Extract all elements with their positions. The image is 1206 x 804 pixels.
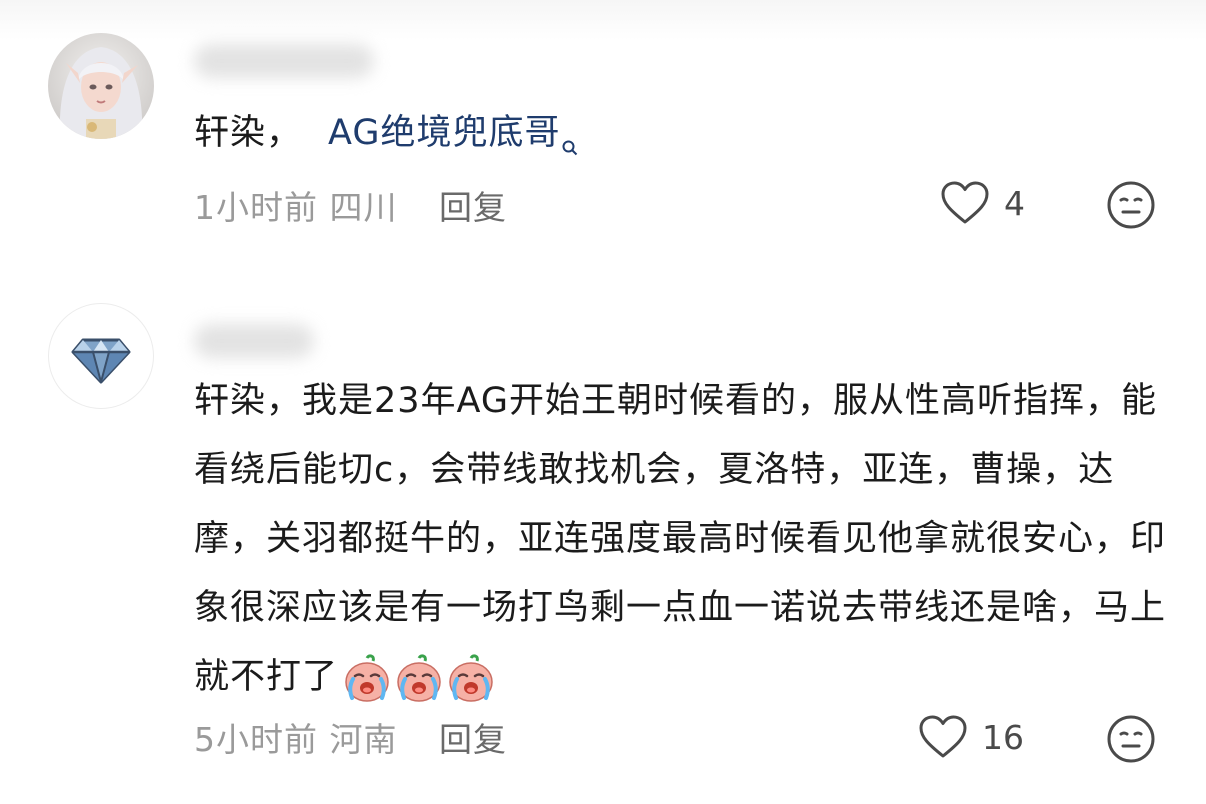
user-avatar[interactable]: [48, 33, 154, 139]
like-button[interactable]: 4: [940, 180, 1025, 226]
mention-link[interactable]: AG绝境兜底哥: [328, 113, 560, 153]
heart-outline-icon: [941, 181, 989, 224]
neutral-face-icon[interactable]: [1106, 714, 1156, 764]
reply-button[interactable]: 回复: [439, 188, 507, 227]
emoji-group: [342, 644, 498, 713]
username-blurred[interactable]: [194, 324, 314, 358]
username-blurred[interactable]: [194, 44, 374, 78]
like-count: 4: [1004, 183, 1025, 223]
comment-body: 轩染，我是23年AG开始王朝时候看的，服从性高听指挥，能看绕后能切c，会带线敢找…: [194, 381, 1167, 697]
comment-time: 5小时前: [194, 720, 318, 759]
search-icon[interactable]: [562, 111, 578, 180]
comment-meta: 5小时前 河南 回复: [194, 713, 507, 761]
comment-meta: 1小时前 四川 回复: [194, 181, 507, 229]
comment-text-prefix: 轩染，: [194, 113, 303, 153]
comment-text: 轩染，我是23年AG开始王朝时候看的，服从性高听指挥，能看绕后能切c，会带线敢找…: [194, 367, 1174, 713]
heart-outline-icon: [919, 715, 967, 758]
neutral-face-icon[interactable]: [1106, 180, 1156, 230]
user-avatar[interactable]: [48, 303, 154, 409]
comment-text: 轩染， AG绝境兜底哥: [194, 99, 1174, 180]
like-button[interactable]: 16: [918, 714, 1024, 760]
comment-list: 轩染， AG绝境兜底哥 1小时前 四川 回复 4 轩染，我是23年AG开始王朝时…: [0, 0, 1206, 804]
anime-cosplay-avatar-icon: [48, 33, 154, 139]
comment-location: 四川: [329, 188, 398, 227]
comment-time: 1小时前: [194, 188, 318, 227]
comment-item: 轩染， AG绝境兜底哥 1小时前 四川 回复 4: [0, 0, 1206, 280]
reply-button[interactable]: 回复: [439, 720, 507, 759]
comment-item: 轩染，我是23年AG开始王朝时候看的，服从性高听指挥，能看绕后能切c，会带线敢找…: [0, 280, 1206, 804]
comment-location: 河南: [329, 720, 398, 759]
crying-face-emoji: [446, 653, 496, 704]
crying-face-emoji: [394, 653, 444, 704]
like-count: 16: [982, 717, 1024, 757]
diamond-icon: [71, 338, 131, 384]
crying-face-emoji: [342, 653, 392, 704]
